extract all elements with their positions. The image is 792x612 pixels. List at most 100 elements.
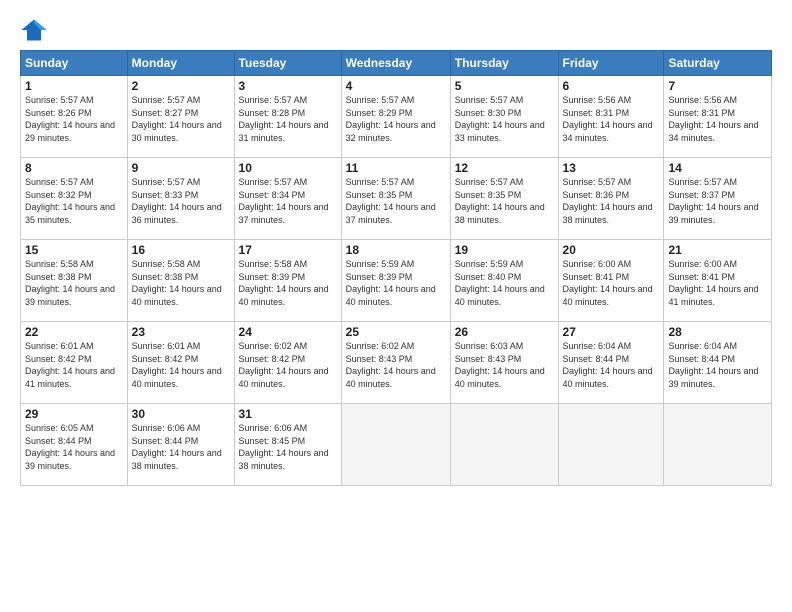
day-number: 13 bbox=[563, 161, 660, 175]
day-info: Sunrise: 5:56 AM Sunset: 8:31 PM Dayligh… bbox=[563, 94, 660, 144]
calendar-cell: 14Sunrise: 5:57 AM Sunset: 8:37 PM Dayli… bbox=[664, 158, 772, 240]
calendar-cell: 4Sunrise: 5:57 AM Sunset: 8:29 PM Daylig… bbox=[341, 76, 450, 158]
day-info: Sunrise: 5:59 AM Sunset: 8:39 PM Dayligh… bbox=[346, 258, 446, 308]
calendar-cell: 21Sunrise: 6:00 AM Sunset: 8:41 PM Dayli… bbox=[664, 240, 772, 322]
day-number: 16 bbox=[132, 243, 230, 257]
day-number: 18 bbox=[346, 243, 446, 257]
calendar-cell: 30Sunrise: 6:06 AM Sunset: 8:44 PM Dayli… bbox=[127, 404, 234, 486]
calendar-week-5: 29Sunrise: 6:05 AM Sunset: 8:44 PM Dayli… bbox=[21, 404, 772, 486]
calendar-cell: 6Sunrise: 5:56 AM Sunset: 8:31 PM Daylig… bbox=[558, 76, 664, 158]
calendar-cell: 10Sunrise: 5:57 AM Sunset: 8:34 PM Dayli… bbox=[234, 158, 341, 240]
day-number: 2 bbox=[132, 79, 230, 93]
calendar-cell: 27Sunrise: 6:04 AM Sunset: 8:44 PM Dayli… bbox=[558, 322, 664, 404]
day-number: 1 bbox=[25, 79, 123, 93]
day-info: Sunrise: 5:57 AM Sunset: 8:26 PM Dayligh… bbox=[25, 94, 123, 144]
day-info: Sunrise: 6:04 AM Sunset: 8:44 PM Dayligh… bbox=[563, 340, 660, 390]
day-number: 21 bbox=[668, 243, 767, 257]
calendar-cell: 7Sunrise: 5:56 AM Sunset: 8:31 PM Daylig… bbox=[664, 76, 772, 158]
calendar-cell: 25Sunrise: 6:02 AM Sunset: 8:43 PM Dayli… bbox=[341, 322, 450, 404]
day-number: 4 bbox=[346, 79, 446, 93]
calendar-cell: 5Sunrise: 5:57 AM Sunset: 8:30 PM Daylig… bbox=[450, 76, 558, 158]
day-number: 10 bbox=[239, 161, 337, 175]
day-info: Sunrise: 5:57 AM Sunset: 8:34 PM Dayligh… bbox=[239, 176, 337, 226]
calendar-cell: 26Sunrise: 6:03 AM Sunset: 8:43 PM Dayli… bbox=[450, 322, 558, 404]
calendar-cell: 22Sunrise: 6:01 AM Sunset: 8:42 PM Dayli… bbox=[21, 322, 128, 404]
day-info: Sunrise: 5:57 AM Sunset: 8:27 PM Dayligh… bbox=[132, 94, 230, 144]
day-number: 22 bbox=[25, 325, 123, 339]
weekday-header-tuesday: Tuesday bbox=[234, 51, 341, 76]
day-number: 27 bbox=[563, 325, 660, 339]
calendar-cell: 2Sunrise: 5:57 AM Sunset: 8:27 PM Daylig… bbox=[127, 76, 234, 158]
day-info: Sunrise: 6:02 AM Sunset: 8:43 PM Dayligh… bbox=[346, 340, 446, 390]
day-info: Sunrise: 6:03 AM Sunset: 8:43 PM Dayligh… bbox=[455, 340, 554, 390]
day-info: Sunrise: 5:57 AM Sunset: 8:33 PM Dayligh… bbox=[132, 176, 230, 226]
calendar-week-2: 8Sunrise: 5:57 AM Sunset: 8:32 PM Daylig… bbox=[21, 158, 772, 240]
calendar-table: SundayMondayTuesdayWednesdayThursdayFrid… bbox=[20, 50, 772, 486]
header bbox=[20, 16, 772, 44]
day-info: Sunrise: 5:58 AM Sunset: 8:39 PM Dayligh… bbox=[239, 258, 337, 308]
day-number: 12 bbox=[455, 161, 554, 175]
calendar-cell: 3Sunrise: 5:57 AM Sunset: 8:28 PM Daylig… bbox=[234, 76, 341, 158]
day-number: 28 bbox=[668, 325, 767, 339]
day-number: 5 bbox=[455, 79, 554, 93]
day-info: Sunrise: 6:00 AM Sunset: 8:41 PM Dayligh… bbox=[563, 258, 660, 308]
day-number: 6 bbox=[563, 79, 660, 93]
day-info: Sunrise: 5:59 AM Sunset: 8:40 PM Dayligh… bbox=[455, 258, 554, 308]
page: SundayMondayTuesdayWednesdayThursdayFrid… bbox=[0, 0, 792, 496]
day-number: 15 bbox=[25, 243, 123, 257]
day-info: Sunrise: 5:57 AM Sunset: 8:36 PM Dayligh… bbox=[563, 176, 660, 226]
calendar-cell: 20Sunrise: 6:00 AM Sunset: 8:41 PM Dayli… bbox=[558, 240, 664, 322]
weekday-header-friday: Friday bbox=[558, 51, 664, 76]
day-info: Sunrise: 5:57 AM Sunset: 8:35 PM Dayligh… bbox=[346, 176, 446, 226]
calendar-cell bbox=[450, 404, 558, 486]
calendar-week-1: 1Sunrise: 5:57 AM Sunset: 8:26 PM Daylig… bbox=[21, 76, 772, 158]
calendar-cell: 16Sunrise: 5:58 AM Sunset: 8:38 PM Dayli… bbox=[127, 240, 234, 322]
day-number: 24 bbox=[239, 325, 337, 339]
calendar-cell: 29Sunrise: 6:05 AM Sunset: 8:44 PM Dayli… bbox=[21, 404, 128, 486]
weekday-header-thursday: Thursday bbox=[450, 51, 558, 76]
calendar-cell: 18Sunrise: 5:59 AM Sunset: 8:39 PM Dayli… bbox=[341, 240, 450, 322]
calendar-cell bbox=[341, 404, 450, 486]
calendar-cell: 24Sunrise: 6:02 AM Sunset: 8:42 PM Dayli… bbox=[234, 322, 341, 404]
calendar-cell: 1Sunrise: 5:57 AM Sunset: 8:26 PM Daylig… bbox=[21, 76, 128, 158]
calendar-cell: 11Sunrise: 5:57 AM Sunset: 8:35 PM Dayli… bbox=[341, 158, 450, 240]
day-number: 19 bbox=[455, 243, 554, 257]
day-info: Sunrise: 5:56 AM Sunset: 8:31 PM Dayligh… bbox=[668, 94, 767, 144]
calendar-week-3: 15Sunrise: 5:58 AM Sunset: 8:38 PM Dayli… bbox=[21, 240, 772, 322]
calendar-cell: 31Sunrise: 6:06 AM Sunset: 8:45 PM Dayli… bbox=[234, 404, 341, 486]
calendar-cell: 12Sunrise: 5:57 AM Sunset: 8:35 PM Dayli… bbox=[450, 158, 558, 240]
calendar-cell: 15Sunrise: 5:58 AM Sunset: 8:38 PM Dayli… bbox=[21, 240, 128, 322]
weekday-header-wednesday: Wednesday bbox=[341, 51, 450, 76]
day-info: Sunrise: 5:57 AM Sunset: 8:32 PM Dayligh… bbox=[25, 176, 123, 226]
calendar-cell: 13Sunrise: 5:57 AM Sunset: 8:36 PM Dayli… bbox=[558, 158, 664, 240]
day-number: 30 bbox=[132, 407, 230, 421]
day-info: Sunrise: 6:05 AM Sunset: 8:44 PM Dayligh… bbox=[25, 422, 123, 472]
day-info: Sunrise: 5:57 AM Sunset: 8:30 PM Dayligh… bbox=[455, 94, 554, 144]
logo bbox=[20, 16, 52, 44]
calendar-cell: 8Sunrise: 5:57 AM Sunset: 8:32 PM Daylig… bbox=[21, 158, 128, 240]
day-number: 7 bbox=[668, 79, 767, 93]
calendar-week-4: 22 Sunrise: 6:01 AM Sunset: 8:42 PM Dayli… bbox=[21, 322, 772, 404]
day-info: Sunrise: 5:57 AM Sunset: 8:29 PM Dayligh… bbox=[346, 94, 446, 144]
day-info: Sunrise: 6:06 AM Sunset: 8:44 PM Dayligh… bbox=[132, 422, 230, 472]
day-number: 8 bbox=[25, 161, 123, 175]
day-info: Sunrise: 5:57 AM Sunset: 8:35 PM Dayligh… bbox=[455, 176, 554, 226]
day-number: 3 bbox=[239, 79, 337, 93]
calendar-cell bbox=[664, 404, 772, 486]
calendar-cell bbox=[558, 404, 664, 486]
day-info: Sunrise: 5:57 AM Sunset: 8:28 PM Dayligh… bbox=[239, 94, 337, 144]
weekday-header-sunday: Sunday bbox=[21, 51, 128, 76]
day-info: Sunrise: 6:01 AM Sunset: 8:42 PM Dayligh… bbox=[132, 340, 230, 390]
day-info: Sunrise: 5:58 AM Sunset: 8:38 PM Dayligh… bbox=[25, 258, 123, 308]
calendar-cell: 17Sunrise: 5:58 AM Sunset: 8:39 PM Dayli… bbox=[234, 240, 341, 322]
day-number: 31 bbox=[239, 407, 337, 421]
day-number: 9 bbox=[132, 161, 230, 175]
weekday-header-monday: Monday bbox=[127, 51, 234, 76]
day-number: 11 bbox=[346, 161, 446, 175]
weekday-header-saturday: Saturday bbox=[664, 51, 772, 76]
day-number: 23 bbox=[132, 325, 230, 339]
day-info: Sunrise: 5:57 AM Sunset: 8:37 PM Dayligh… bbox=[668, 176, 767, 226]
calendar-cell: 19Sunrise: 5:59 AM Sunset: 8:40 PM Dayli… bbox=[450, 240, 558, 322]
calendar-cell: 9Sunrise: 5:57 AM Sunset: 8:33 PM Daylig… bbox=[127, 158, 234, 240]
day-number: 17 bbox=[239, 243, 337, 257]
